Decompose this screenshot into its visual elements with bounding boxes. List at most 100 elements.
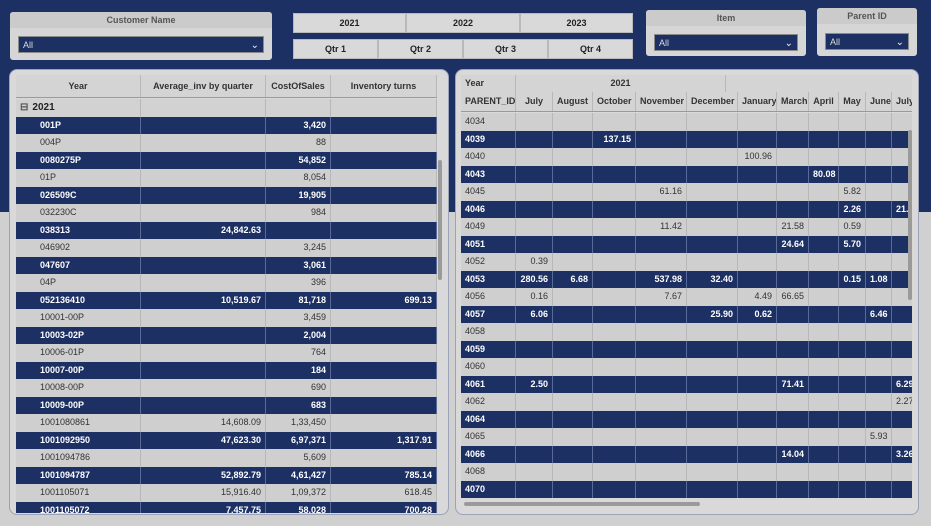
matrix-value-cell: 32.40: [687, 270, 738, 288]
matrix-row[interactable]: 4065 5.93: [461, 428, 912, 446]
inventory-table: Year Average_inv by quarter CostOfSales Inv…: [16, 75, 437, 513]
quarter-tile-3[interactable]: Qtr 3: [463, 39, 548, 59]
parent-id-value: All: [830, 37, 841, 47]
table-row[interactable]: 1001080861 14,608.09 1,33,450: [16, 414, 437, 432]
matrix-row[interactable]: 4045 61.16 5.82: [461, 183, 912, 201]
value-cell: 690: [266, 379, 331, 397]
matrix-row[interactable]: 4070: [461, 480, 912, 498]
matrix-value-cell: [593, 253, 636, 271]
table-row[interactable]: 01P 8,054: [16, 169, 437, 187]
matrix-value-cell: [593, 463, 636, 481]
matrix-row[interactable]: 4051 24.64 5.70: [461, 235, 912, 253]
matrix-value-cell: [839, 323, 866, 341]
matrix-row[interactable]: 4053 280.56 6.68 537.98 32.40 0.15 1.08: [461, 270, 912, 288]
table-row[interactable]: 047607 3,061: [16, 256, 437, 274]
table-row[interactable]: 10008-00P 690: [16, 379, 437, 397]
month-header[interactable]: December: [687, 92, 738, 111]
matrix-value-cell: [516, 235, 553, 253]
month-header[interactable]: October: [593, 92, 636, 111]
matrix-row[interactable]: 4034: [461, 113, 912, 131]
matrix-value-cell: [738, 375, 777, 393]
value-cell: 3,420: [266, 116, 331, 134]
row-label: 10006-01P: [16, 344, 141, 362]
table-row[interactable]: 0080275P 54,852: [16, 151, 437, 169]
year-tile-2022[interactable]: 2022: [406, 13, 520, 33]
matrix-row[interactable]: 4039 137.15: [461, 130, 912, 148]
matrix-value-cell: 6.06: [516, 305, 553, 323]
matrix-row[interactable]: 4064: [461, 410, 912, 428]
matrix-row[interactable]: 4040 100.96: [461, 148, 912, 166]
group-row[interactable]: ⊟ 2021: [16, 99, 437, 117]
item-dropdown[interactable]: All ⌄: [654, 34, 798, 51]
table-row[interactable]: 04P 396: [16, 274, 437, 292]
matrix-row[interactable]: 4059: [461, 340, 912, 358]
vertical-scrollbar[interactable]: [908, 130, 912, 300]
table-row[interactable]: 001P 3,420: [16, 116, 437, 134]
month-header[interactable]: June: [866, 92, 892, 111]
matrix-row[interactable]: 4043 80.08: [461, 165, 912, 183]
table-row[interactable]: 052136410 10,519.67 81,718 699.13: [16, 291, 437, 309]
matrix-value-cell: [516, 148, 553, 166]
matrix-row[interactable]: 4058: [461, 323, 912, 341]
month-header[interactable]: November: [636, 92, 687, 111]
parent-id-dropdown[interactable]: All ⌄: [825, 33, 909, 50]
month-header[interactable]: January: [738, 92, 777, 111]
table-row[interactable]: 1001094787 52,892.79 4,61,427 785.14: [16, 466, 437, 484]
month-header[interactable]: April: [809, 92, 839, 111]
month-header[interactable]: July: [892, 92, 912, 111]
matrix-row[interactable]: 4061 2.50 71.41 6.29: [461, 375, 912, 393]
chevron-down-icon: ⌄: [250, 40, 259, 51]
matrix-row[interactable]: 4049 11.42 21.58 0.59: [461, 218, 912, 236]
matrix-value-cell: [738, 340, 777, 358]
matrix-row[interactable]: 4068: [461, 463, 912, 481]
table-row[interactable]: 026509C 19,905: [16, 186, 437, 204]
table-row[interactable]: 038313 24,842.63: [16, 221, 437, 239]
matrix-row[interactable]: 4057 6.06 25.90 0.62 6.46: [461, 305, 912, 323]
matrix-value-cell: [777, 480, 809, 498]
matrix-value-cell: 2.50: [516, 375, 553, 393]
matrix-row[interactable]: 4060: [461, 358, 912, 376]
month-header[interactable]: May: [839, 92, 866, 111]
table-row[interactable]: 1001092950 47,623.30 6,97,371 1,317.91: [16, 431, 437, 449]
matrix-row[interactable]: 40462.2621.41: [461, 200, 912, 218]
vertical-scrollbar[interactable]: [438, 160, 442, 280]
matrix-value-cell: [809, 218, 839, 236]
matrix-row[interactable]: 4062 2.27: [461, 393, 912, 411]
collapse-icon[interactable]: ⊟: [20, 102, 28, 113]
table-row[interactable]: 1001105072 7,457.75 58,028 700.28: [16, 501, 437, 513]
table-row[interactable]: 046902 3,245: [16, 239, 437, 257]
matrix-row[interactable]: 4052 0.39: [461, 253, 912, 271]
quarter-tile-2[interactable]: Qtr 2: [378, 39, 463, 59]
matrix-value-cell: [516, 393, 553, 411]
table-row[interactable]: 10006-01P 764: [16, 344, 437, 362]
matrix-value-cell: [553, 358, 593, 376]
customer-name-dropdown[interactable]: All ⌄: [18, 36, 264, 53]
matrix-row[interactable]: 4066 14.04 3.26: [461, 445, 912, 463]
matrix-value-cell: 0.59: [839, 218, 866, 236]
table-row[interactable]: 10009-00P 683: [16, 396, 437, 414]
chevron-down-icon: ⌄: [895, 37, 904, 48]
column-header[interactable]: Average_inv by quarter: [141, 75, 266, 97]
matrix-row[interactable]: 4056 0.16 7.67 4.49 66.65: [461, 288, 912, 306]
table-row[interactable]: 032230C 984: [16, 204, 437, 222]
table-row[interactable]: 004P 88: [16, 134, 437, 152]
table-row[interactable]: 10007-00P 184: [16, 361, 437, 379]
matrix-value-cell: [516, 358, 553, 376]
table-row[interactable]: 1001094786 5,609: [16, 449, 437, 467]
quarter-tile-1[interactable]: Qtr 1: [293, 39, 378, 59]
value-cell: [141, 309, 266, 327]
month-header[interactable]: March: [777, 92, 809, 111]
month-header[interactable]: August: [553, 92, 593, 111]
year-tile-2023[interactable]: 2023: [520, 13, 633, 33]
matrix-value-cell: [866, 113, 892, 131]
table-row[interactable]: 10001-00P 3,459: [16, 309, 437, 327]
month-header[interactable]: July: [516, 92, 553, 111]
horizontal-scrollbar[interactable]: [464, 502, 700, 506]
column-header[interactable]: CostOfSales: [266, 75, 331, 97]
quarter-tile-4[interactable]: Qtr 4: [548, 39, 633, 59]
year-tile-2021[interactable]: 2021: [293, 13, 406, 33]
table-row[interactable]: 1001105071 15,916.40 1,09,372 618.45: [16, 484, 437, 502]
column-header[interactable]: Year: [16, 75, 141, 97]
column-header[interactable]: Inventory turns: [331, 75, 437, 97]
table-row[interactable]: 10003-02P 2,004: [16, 326, 437, 344]
